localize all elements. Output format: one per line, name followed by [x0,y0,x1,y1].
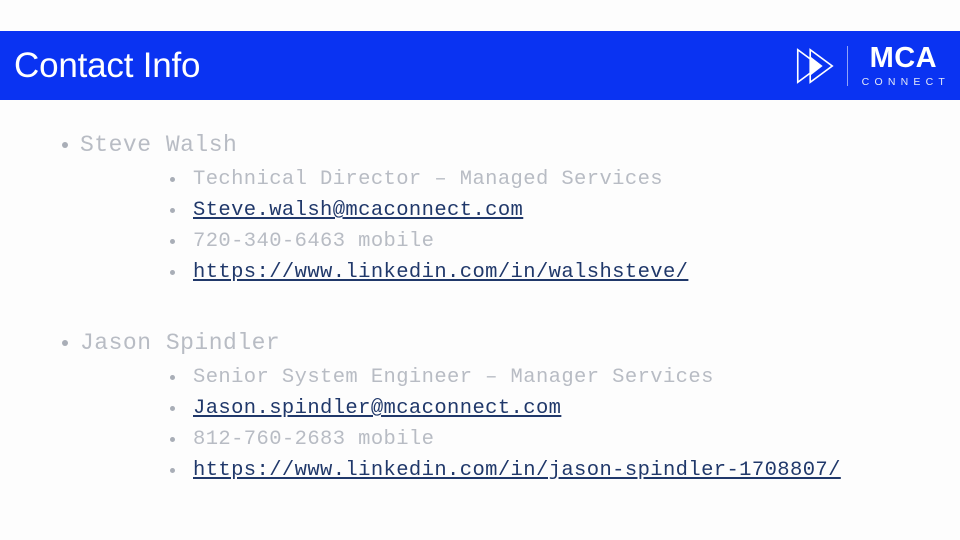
contact-details-list: Senior System Engineer – Manager Service… [80,362,960,486]
bullet-icon [170,437,175,442]
contact-detail-role: Senior System Engineer – Manager Service… [80,362,960,393]
mca-connect-triangles-icon [792,43,838,89]
bullet-icon [170,208,175,213]
logo-divider [846,45,848,86]
bullet-icon [62,142,68,148]
contact-detail-phone: 812-760-2683 mobile [80,424,960,455]
title-band: Contact Info MCA CONNECT [0,31,960,100]
bullet-icon [170,177,175,182]
contact-root-list: Jason Spindler Senior System Engineer – … [0,326,960,486]
contact-name-item: Jason Spindler Senior System Engineer – … [0,326,960,486]
contact-name: Jason Spindler [80,330,281,356]
bullet-icon [170,406,175,411]
bullet-icon [170,375,175,380]
contact-linkedin-link[interactable]: https://www.linkedin.com/in/jason-spindl… [193,459,841,482]
contact-list: Steve Walsh Technical Director – Managed… [0,128,960,486]
logo-tagline: CONNECT [861,75,950,88]
bullet-icon [170,239,175,244]
contact-name: Steve Walsh [80,132,238,158]
contact-detail-email[interactable]: Steve.walsh@mcaconnect.com [80,195,960,226]
contact-block: Steve Walsh Technical Director – Managed… [0,128,960,288]
contact-detail-linkedin[interactable]: https://www.linkedin.com/in/walshsteve/ [80,257,960,288]
contact-details-wrap: Technical Director – Managed Services St… [80,164,960,288]
contact-phone-text: 720-340-6463 mobile [193,230,435,253]
contact-detail-linkedin[interactable]: https://www.linkedin.com/in/jason-spindl… [80,455,960,486]
contact-phone-text: 812-760-2683 mobile [193,428,435,451]
slide-canvas: Contact Info MCA CONNECT Steve Walsh Tec… [0,0,960,540]
brand-logo: MCA CONNECT [792,31,960,100]
contact-linkedin-link[interactable]: https://www.linkedin.com/in/walshsteve/ [193,261,688,284]
contact-details-wrap: Senior System Engineer – Manager Service… [80,362,960,486]
bullet-icon [170,270,175,275]
contact-email-link[interactable]: Jason.spindler@mcaconnect.com [193,397,561,420]
logo-brand-name: MCA [869,41,938,74]
contact-block: Jason Spindler Senior System Engineer – … [0,326,960,486]
contact-role-text: Senior System Engineer – Manager Service… [193,366,714,389]
page-title: Contact Info [14,46,201,85]
contact-email-link[interactable]: Steve.walsh@mcaconnect.com [193,199,523,222]
contact-name-item: Steve Walsh Technical Director – Managed… [0,128,960,288]
contact-detail-role: Technical Director – Managed Services [80,164,960,195]
bullet-icon [170,468,175,473]
contact-role-text: Technical Director – Managed Services [193,168,663,191]
bullet-icon [62,340,68,346]
contact-detail-email[interactable]: Jason.spindler@mcaconnect.com [80,393,960,424]
contact-detail-phone: 720-340-6463 mobile [80,226,960,257]
contact-root-list: Steve Walsh Technical Director – Managed… [0,128,960,288]
logo-wordmark: MCA CONNECT [857,41,950,88]
contact-details-list: Technical Director – Managed Services St… [80,164,960,288]
